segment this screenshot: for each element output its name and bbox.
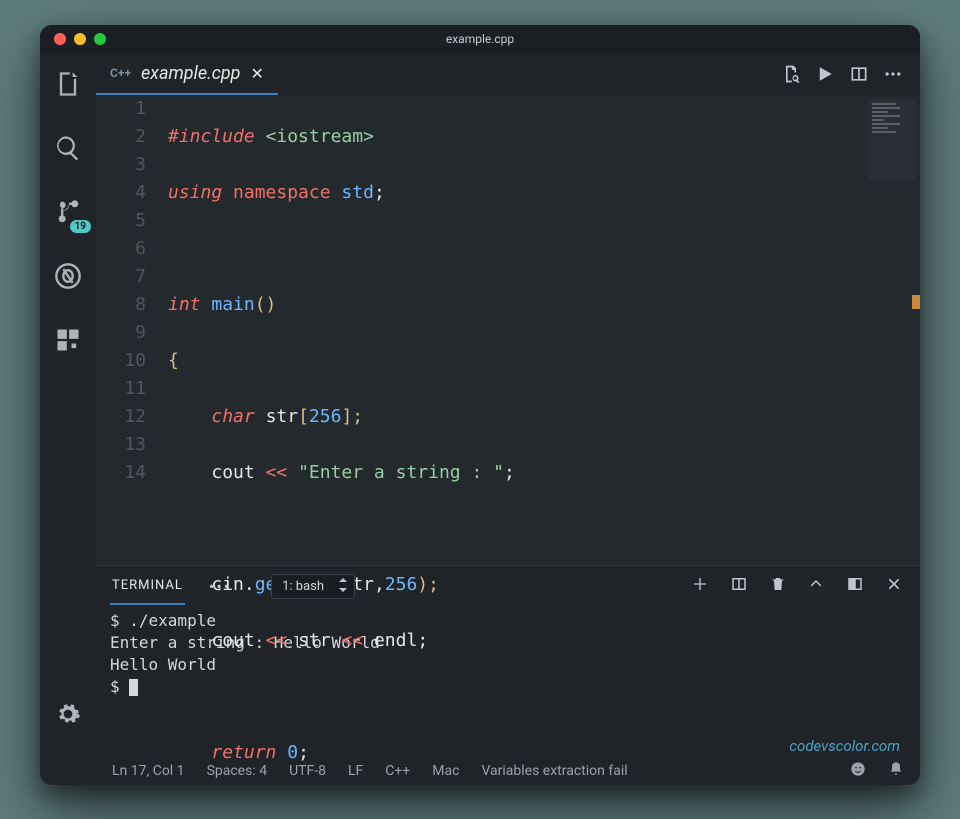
window-title: example.cpp	[446, 32, 514, 46]
search-icon[interactable]	[53, 133, 83, 163]
window-minimize-button[interactable]	[74, 33, 86, 45]
code-editor[interactable]: 1 2 3 4 5 6 7 8 9 10 11 12 13 14 #includ…	[96, 95, 920, 565]
line-number: 9	[96, 319, 146, 347]
token: cout	[211, 630, 254, 651]
more-actions-icon[interactable]	[876, 64, 910, 84]
line-number: 10	[96, 347, 146, 375]
line-number: 8	[96, 291, 146, 319]
tab-lang-badge: C++	[110, 66, 131, 80]
token: std	[341, 182, 374, 203]
token: namespace	[233, 182, 331, 203]
line-number: 6	[96, 235, 146, 263]
explorer-icon[interactable]	[53, 69, 83, 99]
token: return	[211, 742, 276, 763]
token: ()	[255, 294, 277, 315]
token: <<	[331, 630, 374, 651]
line-gutter: 1 2 3 4 5 6 7 8 9 10 11 12 13 14	[96, 95, 168, 565]
settings-gear-icon[interactable]	[53, 699, 83, 729]
scroll-marker	[912, 295, 920, 309]
token: );	[417, 574, 439, 595]
token: <<	[255, 630, 298, 651]
window-close-button[interactable]	[54, 33, 66, 45]
token: #include	[168, 126, 255, 147]
token: 256	[309, 406, 342, 427]
token: "Enter a string : "	[298, 462, 504, 483]
minimap[interactable]	[868, 99, 916, 179]
window-controls	[54, 33, 106, 45]
token: str	[266, 406, 299, 427]
extensions-icon[interactable]	[53, 325, 83, 355]
token: main	[211, 294, 254, 315]
token: <<	[255, 462, 298, 483]
tab-filename: example.cpp	[141, 63, 240, 84]
terminal-shell-label: 1: bash	[282, 579, 324, 594]
tab-close-icon[interactable]: ✕	[250, 64, 263, 83]
run-icon[interactable]	[808, 65, 842, 83]
line-number: 13	[96, 431, 146, 459]
token: str	[298, 630, 331, 651]
token: using	[168, 182, 222, 203]
line-number: 5	[96, 207, 146, 235]
token: int	[168, 294, 201, 315]
token: [	[298, 406, 309, 427]
line-number: 11	[96, 375, 146, 403]
token: ;	[417, 630, 428, 651]
dropdown-arrows-icon	[338, 578, 348, 596]
line-number: 7	[96, 263, 146, 291]
titlebar: example.cpp	[40, 25, 920, 53]
token: {	[168, 350, 179, 371]
token: ;	[298, 742, 309, 763]
token: ;	[374, 182, 385, 203]
token: 0	[287, 742, 298, 763]
tab-example-cpp[interactable]: C++ example.cpp ✕	[96, 53, 278, 95]
split-editor-icon[interactable]	[842, 64, 876, 84]
token: ,	[374, 574, 385, 595]
token: endl	[374, 630, 417, 651]
token: cout	[211, 462, 254, 483]
source-control-icon[interactable]: 19	[53, 197, 83, 227]
token: char	[211, 406, 254, 427]
activity-bar: 19	[40, 53, 96, 785]
code-area[interactable]: #include <iostream> using namespace std;…	[168, 95, 920, 565]
line-number: 2	[96, 123, 146, 151]
line-number: 3	[96, 151, 146, 179]
debug-disabled-icon[interactable]	[53, 261, 83, 291]
terminal-line: $	[110, 677, 129, 696]
token: cin	[211, 574, 244, 595]
token: 256	[385, 574, 418, 595]
token: ;	[504, 462, 515, 483]
token: .	[244, 574, 255, 595]
window-maximize-button[interactable]	[94, 33, 106, 45]
scm-badge: 19	[70, 220, 91, 233]
vscode-window: example.cpp 19	[40, 25, 920, 785]
main-column: C++ example.cpp ✕	[96, 53, 920, 785]
line-number: 1	[96, 95, 146, 123]
tab-bar: C++ example.cpp ✕	[96, 53, 920, 95]
line-number: 14	[96, 459, 146, 487]
token: <iostream>	[266, 126, 374, 147]
line-number: 12	[96, 403, 146, 431]
watermark: codevscolor.com	[789, 737, 900, 755]
line-number: 4	[96, 179, 146, 207]
token: ];	[341, 406, 363, 427]
file-search-icon[interactable]	[774, 64, 808, 84]
terminal-cursor	[129, 679, 138, 696]
terminal-shell-select[interactable]: 1: bash	[271, 574, 355, 599]
